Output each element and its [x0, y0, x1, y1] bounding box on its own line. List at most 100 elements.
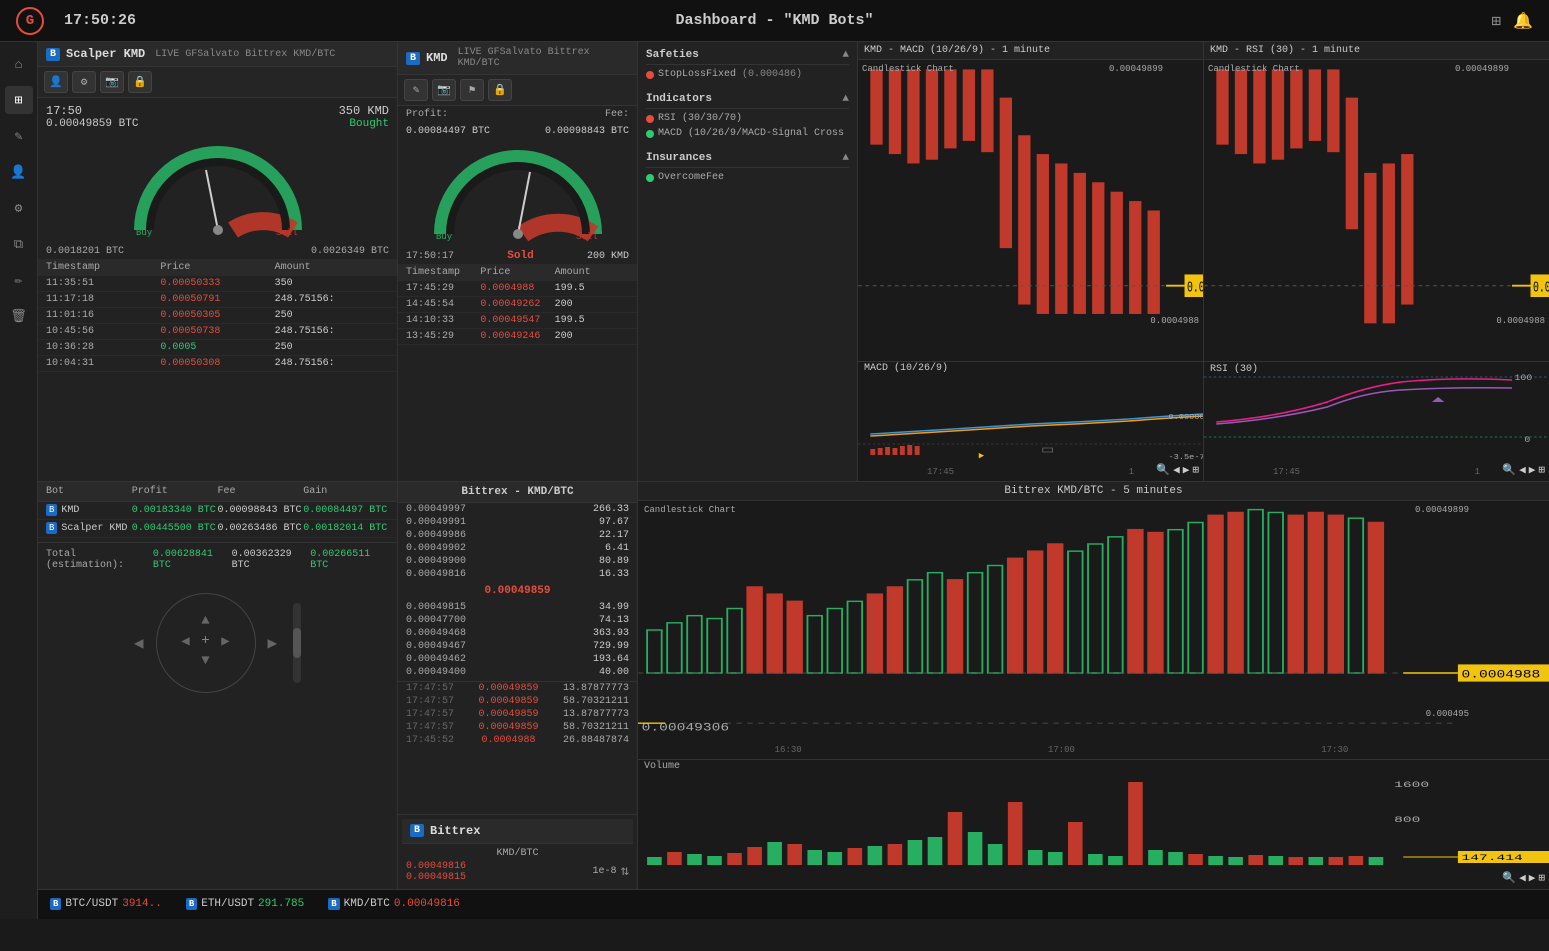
insurance-dot: [646, 174, 654, 182]
scalper-amount: 350 KMD: [339, 104, 389, 118]
kmd-table-header: Timestamp Price Amount: [398, 264, 637, 281]
nav-slider-thumb: [293, 628, 301, 658]
bottom-chart-title: Bittrex KMD/BTC - 5 minutes: [638, 482, 1549, 501]
vol-zoom-icon[interactable]: 🔍: [1502, 871, 1516, 885]
svg-text:1600: 1600: [1394, 780, 1429, 790]
gauge-svg: Buy Sell: [128, 140, 308, 240]
macd-zoom-out-icon[interactable]: ⊞: [1192, 463, 1199, 477]
toolbar-lock[interactable]: 🔒: [128, 71, 152, 93]
total-gain: 0.00266511 BTC: [310, 549, 389, 571]
nav-left[interactable]: ◀: [134, 633, 144, 653]
macd-price-mid: 0.0004988: [1150, 316, 1199, 326]
vol-right-icon[interactable]: ▶: [1529, 871, 1536, 885]
bid-row-3: 0.00049468 363.93: [398, 627, 637, 640]
rsi-scroll-controls[interactable]: 🔍 ◀ ▶ ⊞: [1502, 463, 1545, 477]
col-timestamp: Timestamp: [46, 262, 160, 273]
bottom-price-high: 0.00049899: [1415, 505, 1469, 515]
bottom-time-1: 16:30: [775, 745, 802, 755]
kmd-toolbar-flag[interactable]: ⚑: [460, 79, 484, 101]
sidebar-user[interactable]: 👤: [5, 158, 33, 186]
bittrex-price2: 0.00049815: [406, 872, 466, 883]
orderbook-panel: Bittrex - KMD/BTC 0.00049997 266.33 0.00…: [398, 482, 637, 814]
rsi-price-mid: 0.0004988: [1496, 316, 1545, 326]
svg-text:Sell: Sell: [276, 228, 298, 238]
rsi-right-icon[interactable]: ▶: [1529, 463, 1536, 477]
kmd-fee-label: Fee:: [605, 109, 629, 120]
kmd-gauge-svg: Buy Sell: [428, 144, 608, 244]
status-label-1: BTC/USDT: [65, 898, 118, 910]
bittrex-widget-header: B Bittrex: [402, 819, 633, 844]
toolbar-settings[interactable]: ⚙: [72, 71, 96, 93]
macd-arrow-indicator: ▶: [979, 451, 984, 461]
nav-down[interactable]: ▼: [196, 653, 216, 673]
kmd-gauge: Buy Sell: [398, 140, 637, 248]
sidebar-trash[interactable]: 🗑: [5, 302, 33, 330]
kmd-toolbar-camera[interactable]: 📷: [432, 79, 456, 101]
volume-section: Volume: [638, 759, 1549, 889]
ask-row-5: 0.00049900 80.89: [398, 555, 637, 568]
scalper-btc-high: 0.0026349 BTC: [311, 246, 389, 257]
scalper-price: 0.00049859 BTC: [46, 118, 138, 130]
notification-icon[interactable]: 🔔: [1513, 11, 1533, 31]
nav-up[interactable]: ▲: [196, 613, 216, 633]
macd-right-icon[interactable]: ▶: [1183, 463, 1190, 477]
nav-grid-left[interactable]: ◀: [176, 633, 196, 653]
vol-left-icon[interactable]: ◀: [1519, 871, 1526, 885]
summary-header: Bot Profit Fee Gain: [38, 482, 397, 502]
macd-left-icon[interactable]: ◀: [1173, 463, 1180, 477]
sidebar-home[interactable]: ⌂: [5, 50, 33, 78]
recent-trade-4: 17:47:57 0.00049859 58.70321211: [398, 721, 637, 734]
clock: 17:50:26: [64, 12, 136, 29]
volume-scroll-controls[interactable]: 🔍 ◀ ▶ ⊞: [1502, 871, 1545, 885]
bittrex-price1: 0.00049816: [406, 861, 466, 872]
scalper-trade-row-4: 10:45:56 0.00050738 248.75156:: [38, 324, 397, 340]
macd-zoom-icon[interactable]: 🔍: [1156, 463, 1170, 477]
macd-indicator-svg: 0.00000119 -3.5e-7: [858, 374, 1203, 464]
window-icon[interactable]: ⊞: [1491, 11, 1501, 31]
vol-zoom-out-icon[interactable]: ⊞: [1538, 871, 1545, 885]
content: B Scalper KMD LIVE GFSalvato Bittrex KMD…: [38, 42, 1549, 919]
sidebar-edit[interactable]: ✎: [5, 122, 33, 150]
indicator-macd: MACD (10/26/9/MACD-Signal Cross: [646, 126, 849, 141]
total-label: Total (estimation):: [46, 549, 153, 571]
indicator-rsi: RSI (30/30/70): [646, 111, 849, 126]
sidebar-pen[interactable]: ✏: [5, 266, 33, 294]
svg-text:0.0004988: 0.0004988: [1462, 668, 1541, 681]
indicator-rsi-dot: [646, 115, 654, 123]
bittrex-scale-btn[interactable]: ⇅: [621, 863, 629, 880]
rsi-zoom-out-icon[interactable]: ⊞: [1538, 463, 1545, 477]
svg-text:147.414: 147.414: [1462, 853, 1523, 863]
rsi-candlestick-label: Candlestick Chart: [1208, 64, 1300, 74]
toolbar-user[interactable]: 👤: [44, 71, 68, 93]
scalper-stats: 17:50 0.00049859 BTC 350 KMD Bought: [38, 98, 397, 136]
kmd-toolbar-lock[interactable]: 🔒: [488, 79, 512, 101]
rsi-indicator-svg: 100 0: [1204, 362, 1549, 452]
kmd-toolbar-edit[interactable]: ✎: [404, 79, 428, 101]
top-section: B Scalper KMD LIVE GFSalvato Bittrex KMD…: [38, 42, 1549, 482]
rsi-zoom-icon[interactable]: 🔍: [1502, 463, 1516, 477]
kmd-profit-vals: 0.00084497 BTC 0.00098843 BTC: [398, 123, 637, 140]
macd-scroll-controls[interactable]: 🔍 ◀ ▶ ⊞: [1156, 463, 1199, 477]
bottom-time-2: 17:00: [1048, 745, 1075, 755]
top-charts-row: KMD - MACD (10/26/9) - 1 minute Candlest…: [858, 42, 1549, 481]
kmd-header: B KMD LIVE GFSalvato Bittrex KMD/BTC: [398, 42, 637, 75]
sidebar-dashboard[interactable]: ⊞: [5, 86, 33, 114]
kmd-toolbar: ✎ 📷 ⚑ 🔒: [398, 75, 637, 106]
sidebar-settings[interactable]: ⚙: [5, 194, 33, 222]
nav-grid-right[interactable]: ▶: [216, 633, 236, 653]
kmd-trade-amount: 200 KMD: [587, 251, 629, 262]
toolbar-camera[interactable]: 📷: [100, 71, 124, 93]
rsi-left-icon[interactable]: ◀: [1519, 463, 1526, 477]
summary-row-scalper: BScalper KMD 0.00445500 BTC 0.00263486 B…: [38, 520, 397, 538]
insurance-overcomefee: OvercomeFee: [646, 170, 849, 185]
nav-right[interactable]: ▶: [268, 633, 278, 653]
macd-price-high: 0.00049899: [1109, 64, 1163, 74]
topbar-icons: ⊞ 🔔: [1491, 11, 1533, 31]
nav-slider[interactable]: [293, 603, 301, 683]
scalper-trade-row-6: 10:04:31 0.00050308 248.75156:: [38, 356, 397, 372]
kmd-trade-row-2: 14:45:54 0.00049262 200: [398, 297, 637, 313]
indicators-title: Indicators ▲: [646, 90, 849, 109]
trade-table-header: Timestamp Price Amount: [38, 259, 397, 276]
svg-text:100: 100: [1515, 374, 1533, 383]
sidebar-copy[interactable]: ⧉: [5, 230, 33, 258]
